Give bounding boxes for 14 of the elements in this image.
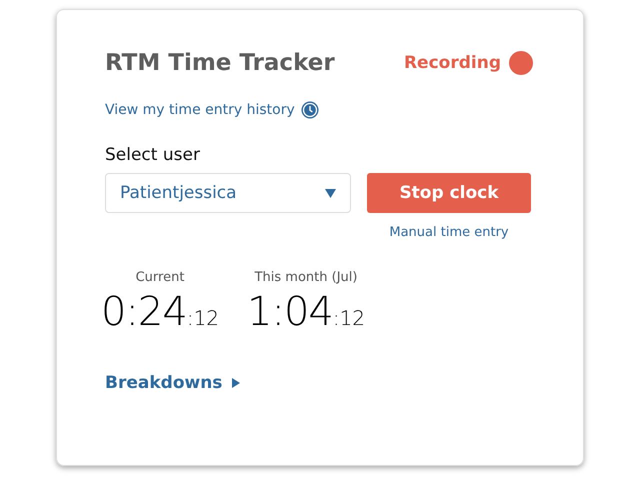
timer-value: 1:04:12 bbox=[247, 289, 366, 335]
breakdowns-link[interactable]: Breakdowns bbox=[105, 373, 222, 393]
status-label: Recording bbox=[404, 53, 501, 73]
timer-value: 0:24:12 bbox=[101, 289, 220, 335]
app-title: RTM Time Tracker bbox=[105, 50, 335, 76]
timer-label: This month (Jul) bbox=[254, 270, 358, 285]
timer-label: Current bbox=[136, 270, 184, 285]
select-label: Select user bbox=[105, 145, 201, 165]
history-link[interactable]: View my time entry history bbox=[105, 102, 295, 118]
caret-icon bbox=[325, 188, 336, 198]
stop-clock-button[interactable]: Stop clock bbox=[367, 173, 531, 213]
user-select[interactable]: Patientjessica bbox=[105, 173, 351, 213]
clock-icon bbox=[300, 101, 319, 119]
manual-entry-link[interactable]: Manual time entry bbox=[389, 225, 509, 240]
